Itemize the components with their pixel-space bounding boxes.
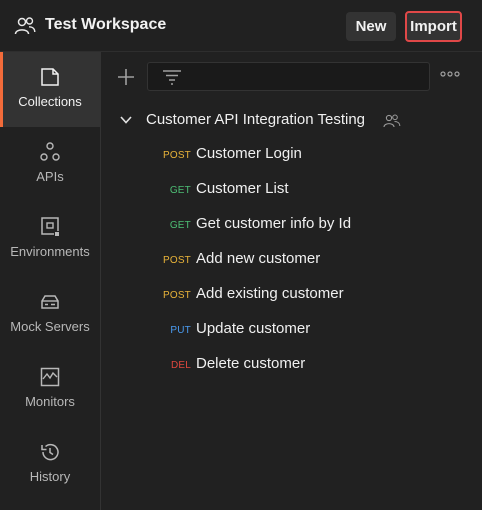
sidebar-item-label: Monitors xyxy=(25,394,75,409)
collection-name[interactable]: Customer API Integration Testing xyxy=(146,111,365,128)
people-icon[interactable] xyxy=(14,15,36,37)
request-item[interactable]: POST Add new customer xyxy=(101,247,482,273)
more-options-icon[interactable] xyxy=(440,70,460,78)
new-button[interactable]: New xyxy=(346,12,396,41)
sidebar-item-history[interactable]: History xyxy=(0,427,100,502)
shared-people-icon xyxy=(383,114,401,128)
request-name[interactable]: Delete customer xyxy=(196,355,305,372)
request-name[interactable]: Get customer info by Id xyxy=(196,215,351,232)
request-item[interactable]: PUT Update customer xyxy=(101,317,482,343)
request-name[interactable]: Add new customer xyxy=(196,250,320,267)
sidebar-item-label: Environments xyxy=(10,244,90,259)
plus-icon[interactable] xyxy=(116,67,136,87)
method-badge: PUT xyxy=(170,325,191,336)
collection-icon xyxy=(41,68,59,86)
workspace-title[interactable]: Test Workspace xyxy=(45,16,166,34)
filter-icon[interactable] xyxy=(162,69,182,85)
sidebar-item-label: APIs xyxy=(36,169,64,184)
request-name[interactable]: Update customer xyxy=(196,320,310,337)
request-item[interactable]: POST Customer Login xyxy=(101,142,482,168)
environment-icon xyxy=(41,217,60,237)
request-name[interactable]: Customer Login xyxy=(196,145,302,162)
sidebar-item-monitors[interactable]: Monitors xyxy=(0,352,100,427)
request-item[interactable]: GET Customer List xyxy=(101,177,482,203)
request-item[interactable]: DEL Delete customer xyxy=(101,352,482,378)
method-badge: POST xyxy=(162,150,191,161)
app-window: Test Workspace New Import Collections AP… xyxy=(0,0,482,510)
sidebar-item-label: Collections xyxy=(18,94,82,109)
method-badge: POST xyxy=(162,290,191,301)
server-icon xyxy=(41,295,59,309)
method-badge: GET xyxy=(169,185,191,196)
sidebar-item-label: History xyxy=(29,469,71,484)
sidebar-item-environments[interactable]: Environments xyxy=(0,202,100,277)
request-item[interactable]: GET Get customer info by Id xyxy=(101,212,482,238)
sidebar-item-apis[interactable]: APIs xyxy=(0,127,100,202)
method-badge: DEL xyxy=(170,360,191,371)
sidebar-item-collections[interactable]: Collections xyxy=(0,52,100,127)
chevron-down-icon[interactable] xyxy=(119,114,133,126)
method-badge: POST xyxy=(162,255,191,266)
collection-header[interactable]: Customer API Integration Testing xyxy=(101,108,482,132)
request-item[interactable]: POST Add existing customer xyxy=(101,282,482,308)
history-icon xyxy=(41,443,59,461)
collections-panel: Customer API Integration Testing POST Cu… xyxy=(101,52,482,510)
request-name[interactable]: Add existing customer xyxy=(196,285,344,302)
api-icon xyxy=(40,142,60,161)
monitor-icon xyxy=(40,367,60,387)
sidebar-item-mock-servers[interactable]: Mock Servers xyxy=(0,277,100,352)
filter-input[interactable] xyxy=(147,62,430,91)
import-button[interactable]: Import xyxy=(405,11,462,42)
sidebar-item-label: Mock Servers xyxy=(10,319,90,334)
request-name[interactable]: Customer List xyxy=(196,180,289,197)
workspace-header: Test Workspace New Import xyxy=(0,0,482,52)
sidebar: Collections APIs Environments Mock Serve… xyxy=(0,52,101,510)
method-badge: GET xyxy=(169,220,191,231)
